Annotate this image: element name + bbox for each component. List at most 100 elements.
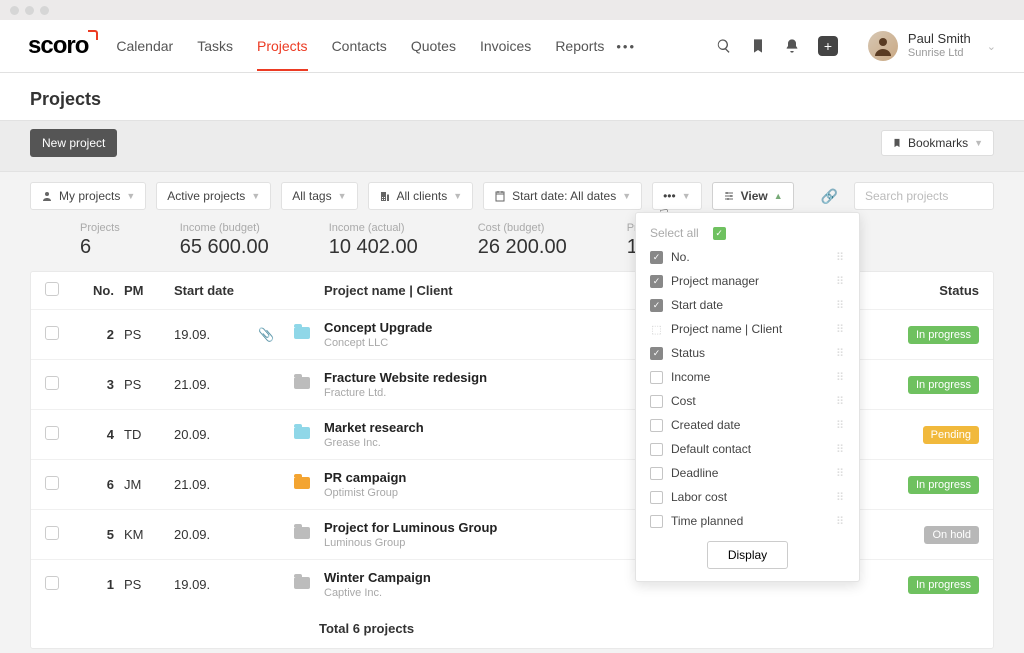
drag-handle-icon[interactable]: ⠿ — [836, 371, 845, 384]
select-all-row[interactable]: Select all ✓ — [636, 221, 859, 245]
option-checkbox[interactable] — [650, 515, 663, 528]
view-option[interactable]: ⬚Project name | Client⠿ — [636, 317, 859, 341]
search-input[interactable] — [854, 182, 994, 210]
option-checkbox[interactable]: ✓ — [650, 299, 663, 312]
drag-handle-icon[interactable]: ⠿ — [836, 251, 845, 264]
link-icon[interactable]: 🔗 — [821, 188, 838, 205]
view-option[interactable]: Labor cost⠿ — [636, 485, 859, 509]
user-name: Paul Smith — [908, 32, 971, 47]
view-option[interactable]: Cost⠿ — [636, 389, 859, 413]
view-option[interactable]: ✓Project manager⠿ — [636, 269, 859, 293]
traffic-light-min[interactable] — [25, 6, 34, 15]
cell-pm: PS — [124, 327, 174, 342]
filter-start-date[interactable]: Start date: All dates ▼ — [483, 182, 642, 210]
option-checkbox[interactable] — [650, 491, 663, 504]
new-project-button[interactable]: New project — [30, 129, 117, 157]
logo[interactable]: scoro — [28, 32, 88, 60]
option-checkbox[interactable] — [650, 443, 663, 456]
col-start-date[interactable]: Start date — [174, 283, 258, 298]
option-checkbox[interactable]: ✓ — [650, 275, 663, 288]
folder-icon — [294, 527, 310, 539]
cell-project[interactable]: Market researchGrease Inc. — [324, 420, 614, 449]
col-status[interactable]: Status — [889, 283, 979, 298]
filter-all-clients[interactable]: All clients ▼ — [368, 182, 474, 210]
drag-handle-icon[interactable]: ⠿ — [836, 467, 845, 480]
nav-item-tasks[interactable]: Tasks — [197, 21, 233, 71]
option-checkbox[interactable] — [650, 467, 663, 480]
option-checkbox[interactable] — [650, 419, 663, 432]
option-checkbox[interactable] — [650, 371, 663, 384]
view-option[interactable]: ✓Start date⠿ — [636, 293, 859, 317]
kpi-block: Cost (budget)26 200.00 — [478, 222, 567, 259]
view-option[interactable]: Default contact⠿ — [636, 437, 859, 461]
select-all-checkbox[interactable]: ✓ — [713, 227, 726, 240]
view-option[interactable]: ✓Status⠿ — [636, 341, 859, 365]
traffic-light-close[interactable] — [10, 6, 19, 15]
drag-handle-icon[interactable]: ⠿ — [836, 395, 845, 408]
view-option[interactable]: Time planned⠿ — [636, 509, 859, 533]
user-org: Sunrise Ltd — [908, 47, 971, 60]
drag-handle-icon[interactable]: ⠿ — [836, 515, 845, 528]
nav-item-quotes[interactable]: Quotes — [411, 21, 456, 71]
filter-label: Start date: All dates — [512, 189, 616, 203]
col-no[interactable]: No. — [79, 283, 124, 298]
row-checkbox[interactable] — [45, 526, 59, 540]
drag-handle-icon[interactable]: ⠿ — [836, 275, 845, 288]
user-menu[interactable]: Paul Smith Sunrise Ltd ⌄ — [868, 31, 996, 61]
bell-icon[interactable] — [784, 38, 800, 54]
option-checkbox[interactable]: ✓ — [650, 347, 663, 360]
cell-project[interactable]: Fracture Website redesignFracture Ltd. — [324, 370, 614, 399]
search-icon[interactable] — [716, 38, 732, 54]
view-option[interactable]: ✓No.⠿ — [636, 245, 859, 269]
option-checkbox[interactable]: ✓ — [650, 251, 663, 264]
select-all-checkbox[interactable] — [45, 282, 59, 296]
bookmark-icon[interactable] — [750, 38, 766, 54]
view-option[interactable]: Income⠿ — [636, 365, 859, 389]
filter-all-tags[interactable]: All tags ▼ — [281, 182, 357, 210]
select-all-label: Select all — [650, 226, 699, 240]
drag-handle-icon[interactable]: ⠿ — [836, 323, 845, 336]
col-project[interactable]: Project name | Client — [324, 283, 614, 298]
drag-handle-icon[interactable]: ⠿ — [836, 419, 845, 432]
cell-project[interactable]: Project for Luminous GroupLuminous Group — [324, 520, 614, 549]
display-button[interactable]: Display — [707, 541, 788, 569]
user-text: Paul Smith Sunrise Ltd — [908, 32, 971, 60]
filter-my-projects[interactable]: My projects ▼ — [30, 182, 146, 210]
col-pm[interactable]: PM — [124, 283, 174, 298]
drag-handle-icon[interactable]: ⠿ — [836, 299, 845, 312]
toolbar: New project Bookmarks ▼ — [0, 120, 1024, 172]
nav-item-projects[interactable]: Projects — [257, 21, 308, 71]
drag-handle-icon[interactable]: ⠿ — [836, 443, 845, 456]
row-checkbox[interactable] — [45, 326, 59, 340]
view-option[interactable]: Created date⠿ — [636, 413, 859, 437]
cell-project[interactable]: Winter CampaignCaptive Inc. — [324, 570, 614, 599]
filter-active-projects[interactable]: Active projects ▼ — [156, 182, 271, 210]
nav-item-contacts[interactable]: Contacts — [332, 21, 387, 71]
nav-item-reports[interactable]: Reports — [555, 21, 604, 71]
drag-handle-icon[interactable]: ⠿ — [836, 491, 845, 504]
filter-label: Active projects — [167, 189, 245, 203]
option-checkbox[interactable] — [650, 395, 663, 408]
drag-handle-icon[interactable]: ⠿ — [836, 347, 845, 360]
folder-icon — [294, 327, 310, 339]
traffic-light-max[interactable] — [40, 6, 49, 15]
kpi-block: Projects6 — [80, 222, 120, 259]
nav-item-calendar[interactable]: Calendar — [116, 21, 173, 71]
row-checkbox[interactable] — [45, 476, 59, 490]
kpi-row: Projects6Income (budget)65 600.00Income … — [0, 210, 1024, 267]
top-nav: scoro Calendar Tasks Projects Contacts Quote… — [0, 20, 1024, 72]
add-button[interactable]: + — [818, 36, 838, 56]
attachment-icon[interactable]: 📎 — [258, 327, 294, 343]
cell-project[interactable]: PR campaignOptimist Group — [324, 470, 614, 499]
row-checkbox[interactable] — [45, 376, 59, 390]
bookmarks-dropdown[interactable]: Bookmarks ▼ — [881, 130, 994, 156]
row-checkbox[interactable] — [45, 426, 59, 440]
nav-item-invoices[interactable]: Invoices — [480, 21, 531, 71]
nav-more[interactable]: ••• — [616, 39, 636, 54]
filter-view[interactable]: View ▲ — [712, 182, 794, 210]
view-option[interactable]: Deadline⠿ — [636, 461, 859, 485]
filter-more[interactable]: ••• ▼ — [652, 182, 702, 210]
cell-project[interactable]: Concept UpgradeConcept LLC — [324, 320, 614, 349]
status-badge: In progress — [908, 376, 979, 394]
row-checkbox[interactable] — [45, 576, 59, 590]
